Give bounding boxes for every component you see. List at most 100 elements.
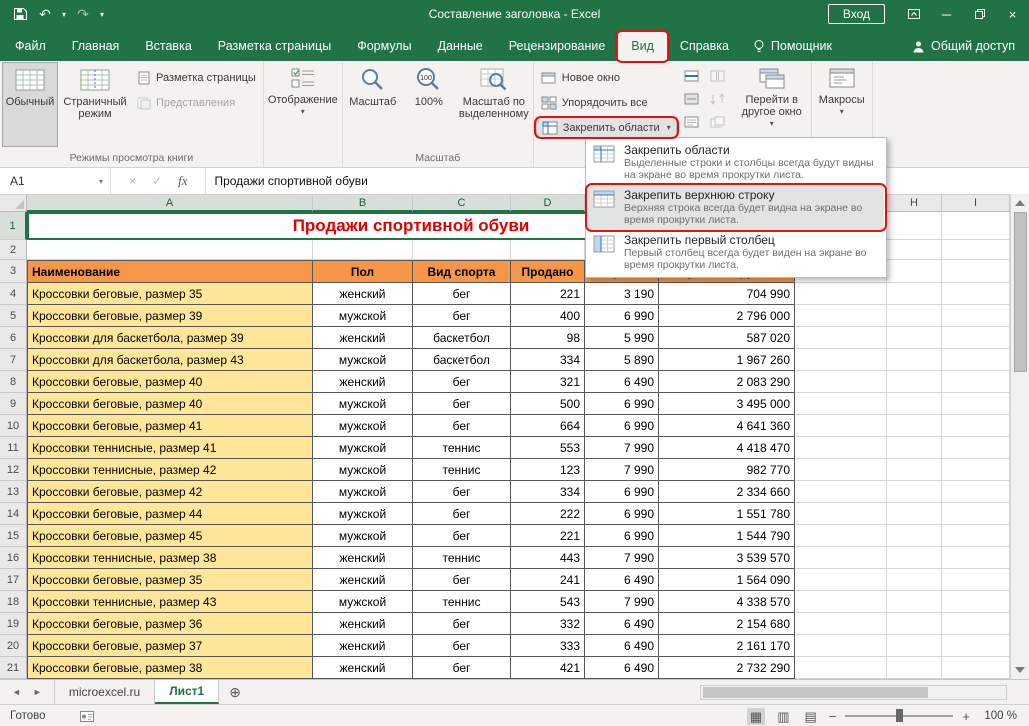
grid-cell[interactable]: Кроссовки беговые, размер 40 [27,371,313,393]
grid-cell[interactable]: 123 [511,459,585,481]
grid-cell[interactable]: 6 490 [585,635,659,657]
tab-file[interactable]: Файл [2,32,59,61]
grid-cell[interactable]: 543 [511,591,585,613]
grid-cell[interactable] [795,349,887,371]
grid-cell[interactable] [942,459,1010,481]
redo-button[interactable]: ↷ [71,2,95,26]
ribbon-display-options-button[interactable] [897,0,930,28]
row-header[interactable]: 21 [0,657,27,679]
grid-cell[interactable]: бег [413,613,511,635]
select-all-corner[interactable] [0,195,27,212]
menu-item-freeze-top-row[interactable]: Закрепить верхнюю строку Верхняя строка … [588,185,884,230]
row-header[interactable]: 14 [0,503,27,525]
grid-cell[interactable]: 221 [511,283,585,305]
custom-views-button[interactable]: Представления [132,92,261,113]
grid-cell[interactable]: 5 890 [585,349,659,371]
grid-cell[interactable]: бег [413,305,511,327]
grid-cell[interactable]: теннис [413,547,511,569]
undo-dropdown[interactable]: ▾ [58,2,70,26]
grid-cell[interactable]: 587 020 [659,327,795,349]
grid-cell[interactable] [795,635,887,657]
grid-cell[interactable] [942,591,1010,613]
zoom-out-button[interactable]: − [829,709,837,724]
sheet-tab-list1[interactable]: Лист1 [155,680,219,704]
grid-cell[interactable]: мужской [313,437,413,459]
grid-cell[interactable]: 2 334 660 [659,481,795,503]
grid-cell[interactable] [795,569,887,591]
grid-cell[interactable] [887,591,942,613]
row-header[interactable]: 11 [0,437,27,459]
grid-cell[interactable]: 1 967 260 [659,349,795,371]
grid-cell[interactable]: Кроссовки теннисные, размер 42 [27,459,313,481]
insert-function-button[interactable]: fx [178,173,187,189]
grid-cell[interactable]: 7 990 [585,547,659,569]
macros-button[interactable]: Макросы ▾ [814,62,870,147]
grid-cell[interactable]: 98 [511,327,585,349]
zoom-slider-thumb[interactable] [896,709,903,722]
grid-cell[interactable] [795,459,887,481]
assistant-button[interactable]: Помощник [745,32,840,61]
grid-cell[interactable]: женский [313,635,413,657]
table-header-cell[interactable]: Пол [313,260,413,283]
grid-cell[interactable] [27,240,313,260]
tab-formulas[interactable]: Формулы [344,32,424,61]
grid-cell[interactable]: бег [413,283,511,305]
grid-cell[interactable] [942,657,1010,679]
grid-cell[interactable]: 6 990 [585,503,659,525]
row-header[interactable]: 1 [0,212,27,240]
grid-cell[interactable]: Кроссовки для баскетбола, размер 43 [27,349,313,371]
column-header[interactable]: H [887,195,942,212]
grid-cell[interactable] [795,437,887,459]
grid-cell[interactable]: Кроссовки беговые, размер 45 [27,525,313,547]
undo-button[interactable]: ↶ [33,2,57,26]
grid-cell[interactable] [795,305,887,327]
tab-help[interactable]: Справка [667,32,742,61]
hide-window-button[interactable] [681,90,703,107]
grid-cell[interactable] [942,415,1010,437]
row-header[interactable]: 2 [0,240,27,260]
grid-cell[interactable]: мужской [313,503,413,525]
grid-cell[interactable] [887,212,942,240]
grid-cell[interactable]: Кроссовки беговые, размер 35 [27,569,313,591]
grid-cell[interactable]: 704 990 [659,283,795,305]
grid-cell[interactable]: Кроссовки беговые, размер 39 [27,305,313,327]
switch-windows-button[interactable]: Перейти в другое окно ▾ [735,62,809,147]
row-header[interactable]: 16 [0,547,27,569]
grid-cell[interactable]: 6 490 [585,371,659,393]
grid-cell[interactable]: баскетбол [413,327,511,349]
grid-cell[interactable] [942,327,1010,349]
tab-home[interactable]: Главная [59,32,133,61]
sign-in-button[interactable]: Вход [828,4,885,24]
grid-cell[interactable]: бег [413,569,511,591]
grid-cell[interactable] [942,371,1010,393]
grid-cell[interactable]: мужской [313,525,413,547]
zoom-percentage[interactable]: 100 % [979,710,1017,722]
row-header[interactable]: 4 [0,283,27,305]
grid-cell[interactable]: мужской [313,591,413,613]
menu-item-freeze-first-column[interactable]: Закрепить первый столбец Первый столбец … [588,230,884,275]
grid-cell[interactable]: 321 [511,371,585,393]
vertical-scroll-thumb[interactable] [1014,212,1027,372]
grid-cell[interactable]: 664 [511,415,585,437]
menu-item-freeze-panes[interactable]: Закрепить области Выделенные строки и ст… [588,140,884,185]
table-header-cell[interactable]: Продано [511,260,585,283]
scroll-up-arrow[interactable] [1015,200,1025,206]
grid-cell[interactable]: женский [313,371,413,393]
grid-cell[interactable] [942,525,1010,547]
grid-cell[interactable] [887,371,942,393]
row-header[interactable]: 7 [0,349,27,371]
unhide-window-button[interactable] [681,113,703,130]
grid-cell[interactable] [887,240,942,260]
grid-cell[interactable]: мужской [313,393,413,415]
zoom-in-button[interactable]: + [962,709,970,724]
row-header[interactable]: 10 [0,415,27,437]
page-break-preview-button[interactable]: Страничный режим [58,62,132,147]
status-page-layout-button[interactable]: ▥ [774,708,792,725]
grid-cell[interactable]: женский [313,657,413,679]
grid-cell[interactable]: 222 [511,503,585,525]
grid-cell[interactable]: мужской [313,305,413,327]
grid-cell[interactable] [942,212,1010,240]
grid-cell[interactable]: Кроссовки теннисные, размер 43 [27,591,313,613]
grid-cell[interactable]: 553 [511,437,585,459]
grid-cell[interactable]: 6 990 [585,525,659,547]
